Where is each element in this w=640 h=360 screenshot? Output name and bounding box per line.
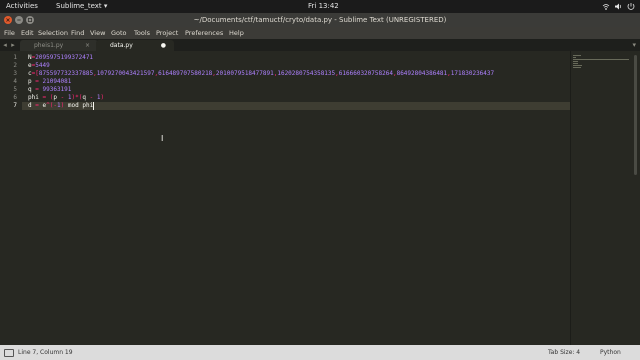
tab-pheis1-py[interactable]: pheis1.py × — [20, 40, 98, 51]
code-line[interactable]: p = 21094081 — [28, 78, 71, 86]
status-bar: Line 7, Column 19 Tab Size: 4 Python — [0, 345, 640, 360]
tab-list-menu-icon[interactable]: ▾ — [632, 39, 636, 51]
menu-edit[interactable]: Edit — [21, 29, 34, 37]
line-number: 7 — [13, 102, 17, 109]
volume-icon[interactable] — [614, 2, 622, 11]
text-caret — [92, 102, 94, 110]
system-top-bar: Activities Sublime_text ▾ Fri 13:42 — [0, 0, 640, 13]
tab-size-selector[interactable]: Tab Size: 4 — [548, 349, 580, 356]
menu-file[interactable]: File — [4, 29, 15, 37]
line-number: 2 — [13, 62, 17, 69]
window-title-bar[interactable]: ~/Documents/ctf/tamuctf/cryto/data.py - … — [0, 13, 640, 27]
scrollbar-thumb[interactable] — [634, 55, 637, 175]
tab-close-icon[interactable]: × — [85, 40, 90, 51]
minimap-line — [573, 61, 579, 62]
menu-preferences[interactable]: Preferences — [185, 29, 223, 37]
menu-selection[interactable]: Selection — [38, 29, 68, 37]
syntax-selector[interactable]: Python — [600, 349, 621, 356]
minimap[interactable] — [571, 51, 631, 345]
minimap-line — [573, 67, 582, 68]
code-line[interactable]: N=2095975199372471 — [28, 54, 93, 62]
tab-label: pheis1.py — [34, 42, 64, 49]
tab-bar: ◂ ▸ pheis1.py × data.py ● ▾ — [0, 39, 640, 51]
code-line[interactable]: q = 99363191 — [28, 86, 71, 94]
minimap-line — [573, 59, 629, 60]
line-number: 4 — [13, 78, 17, 85]
cursor-position: Line 7, Column 19 — [18, 349, 73, 356]
menu-find[interactable]: Find — [71, 29, 84, 37]
code-line[interactable]: e=5449 — [28, 62, 50, 70]
network-icon[interactable] — [602, 2, 610, 11]
i-beam-cursor-icon: I — [161, 134, 164, 143]
menu-help[interactable]: Help — [229, 29, 244, 37]
tab-scroll-right-icon[interactable]: ▸ — [8, 39, 18, 51]
tab-modified-icon[interactable]: ● — [161, 40, 166, 51]
tab-label: data.py — [110, 42, 133, 49]
code-line[interactable]: d = e^(-1) mod phi — [28, 102, 93, 110]
line-number: 6 — [13, 94, 17, 101]
tab-data-py[interactable]: data.py ● — [96, 40, 174, 51]
menu-bar: File Edit Selection Find View Goto Tools… — [0, 27, 640, 39]
window-title: ~/Documents/ctf/tamuctf/cryto/data.py - … — [193, 16, 447, 24]
menu-project[interactable]: Project — [156, 29, 178, 37]
panel-toggle-icon[interactable] — [4, 349, 14, 357]
app-menu-button[interactable]: Sublime_text ▾ — [56, 2, 107, 11]
line-number: 5 — [13, 86, 17, 93]
editor-area[interactable]: 1234567 N=2095975199372471 e=5449 c=[87559… — [0, 51, 640, 345]
menu-view[interactable]: View — [90, 29, 105, 37]
code-line[interactable]: c=[875597732337885,1079270043421597,6164… — [28, 70, 494, 78]
line-number: 1 — [13, 54, 17, 61]
code-line[interactable]: phi = (p - 1)*(q - 1) — [28, 94, 104, 102]
menu-tools[interactable]: Tools — [134, 29, 150, 37]
power-icon[interactable] — [626, 2, 635, 11]
line-number: 3 — [13, 70, 17, 77]
line-number-gutter[interactable]: 1234567 — [0, 51, 22, 345]
clock[interactable]: Fri 13:42 — [308, 2, 339, 11]
active-line-highlight — [22, 102, 570, 110]
system-tray[interactable] — [602, 2, 636, 11]
activities-button[interactable]: Activities — [6, 2, 38, 11]
minimap-line — [573, 55, 582, 56]
minimap-line — [573, 63, 579, 64]
vertical-scrollbar[interactable] — [631, 51, 640, 345]
minimap-line — [573, 65, 583, 66]
minimap-line — [573, 57, 576, 58]
menu-goto[interactable]: Goto — [111, 29, 127, 37]
